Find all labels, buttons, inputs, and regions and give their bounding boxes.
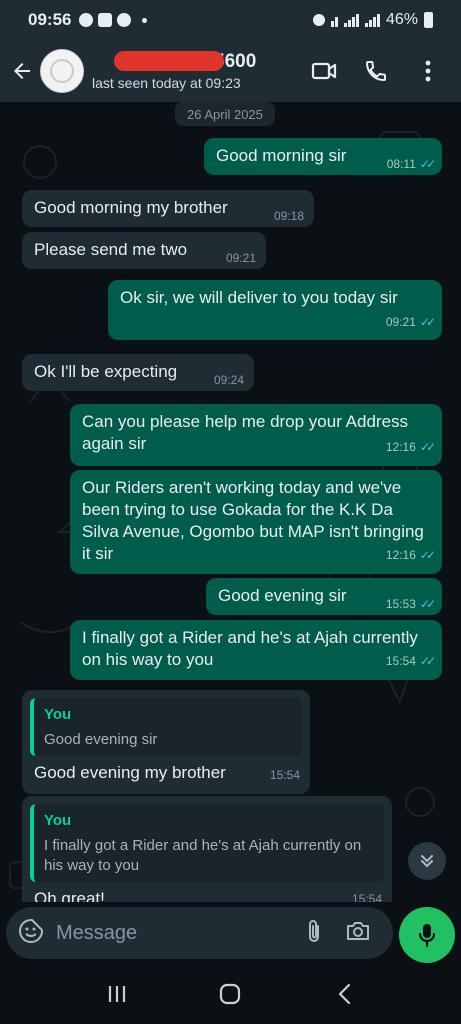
message-text: Good evening my brother: [34, 763, 226, 782]
hotspot-icon: [330, 13, 338, 27]
chevron-left-icon: [339, 983, 351, 1005]
message-text: Can you please help me drop your Address…: [82, 412, 409, 453]
message-input[interactable]: Message: [6, 907, 393, 959]
sticker-icon: [19, 918, 43, 943]
signal-icon-2: [364, 13, 380, 27]
battery-icon: [424, 12, 433, 28]
redaction-mark: [114, 51, 224, 71]
message-time: 15:53: [385, 597, 416, 611]
read-ticks-icon: ✓✓: [419, 315, 436, 329]
message-incoming[interactable]: Please send me two 09:21: [22, 232, 266, 269]
date-chip: 26 April 2025: [175, 102, 275, 126]
video-camera-icon: [311, 62, 337, 80]
home-button[interactable]: [210, 974, 250, 1014]
message-incoming[interactable]: Ok I'll be expecting 09:24: [22, 354, 254, 391]
camera-notification-icon: [117, 13, 132, 27]
last-seen: last seen today at 09:23: [92, 75, 241, 91]
message-text: Good morning my brother: [34, 198, 228, 217]
chat-header: +234 000 000 5600 last seen today at 09:…: [0, 40, 461, 102]
message-text: Good morning sir: [216, 146, 347, 165]
more-notifications-icon: [142, 17, 148, 23]
scroll-to-bottom-button[interactable]: [408, 842, 446, 880]
message-text: Oh great!: [34, 889, 105, 902]
message-text: Please send me two: [34, 240, 188, 259]
message-time: 09:21: [385, 315, 416, 329]
read-ticks-icon: ✓✓: [419, 157, 436, 171]
quote-text: Good evening sir: [44, 731, 158, 748]
message-composer: Message: [0, 902, 461, 964]
read-ticks-icon: ✓✓: [419, 548, 436, 562]
recent-apps-icon: [108, 986, 125, 1002]
back-button[interactable]: [4, 59, 40, 83]
microphone-icon: [418, 924, 436, 948]
message-time: 08:11: [386, 157, 416, 171]
quote-author: You: [44, 706, 72, 723]
gallery-notification-icon: [98, 13, 113, 27]
system-navigation-bar: [0, 964, 461, 1024]
chat-area[interactable]: 26 April 2025 Good morning sir 08:11 ✓✓ G…: [0, 102, 461, 902]
read-ticks-icon: ✓✓: [419, 440, 436, 454]
message-time: 12:16: [385, 548, 416, 562]
message-placeholder: Message: [56, 921, 138, 944]
message-time: 12:16: [385, 440, 416, 454]
contact-info[interactable]: +234 000 000 5600 last seen today at 09:…: [92, 51, 309, 91]
voice-message-button[interactable]: [399, 907, 455, 963]
camera-icon: [347, 921, 369, 940]
message-outgoing[interactable]: Ok sir, we will deliver to you today sir…: [108, 280, 442, 340]
message-outgoing[interactable]: Good morning sir 08:11 ✓✓: [204, 138, 442, 175]
more-options-button[interactable]: [413, 56, 443, 86]
arrow-left-icon: [14, 63, 30, 79]
quoted-message[interactable]: You I finally got a Rider and he's at Aj…: [30, 804, 384, 882]
message-time: 15:54: [385, 654, 416, 668]
avatar[interactable]: [40, 49, 84, 93]
quote-text: I finally got a Rider and he's at Ajah c…: [44, 837, 362, 874]
message-incoming-reply[interactable]: You I finally got a Rider and he's at Aj…: [22, 796, 392, 902]
message-text: Ok I'll be expecting: [34, 362, 178, 381]
alarm-icon: [312, 14, 325, 26]
whatsapp-notification-icon: [79, 13, 94, 27]
quote-author: You: [44, 812, 72, 829]
message-incoming-reply[interactable]: You Good evening sir Good evening my bro…: [22, 690, 310, 794]
message-outgoing[interactable]: Good evening sir 15:53 ✓✓: [206, 578, 442, 615]
battery-percentage: 46%: [385, 11, 418, 28]
message-time: 09:18: [273, 209, 304, 223]
message-outgoing[interactable]: I finally got a Rider and he's at Ajah c…: [70, 620, 442, 680]
contact-name: +234 000 000 5600: [92, 51, 309, 73]
message-text: Ok sir, we will deliver to you today sir: [120, 288, 398, 307]
message-text: I finally got a Rider and he's at Ajah c…: [82, 628, 418, 669]
voice-call-button[interactable]: [361, 56, 391, 86]
sticker-button[interactable]: [18, 918, 44, 949]
message-time: 09:24: [213, 373, 244, 387]
home-icon: [220, 983, 241, 1005]
status-time: 09:56: [28, 10, 72, 29]
recent-apps-button[interactable]: [97, 974, 137, 1014]
attach-button[interactable]: [307, 918, 321, 949]
signal-icon-1: [343, 13, 359, 27]
more-vertical-icon: [425, 60, 431, 82]
quoted-message[interactable]: You Good evening sir: [30, 698, 302, 756]
message-incoming[interactable]: Good morning my brother 09:18: [22, 190, 314, 227]
read-ticks-icon: ✓✓: [419, 597, 436, 611]
status-bar: 09:56 46%: [0, 0, 461, 40]
message-time: 15:54: [351, 892, 382, 902]
paperclip-icon: [309, 919, 319, 942]
read-ticks-icon: ✓✓: [419, 654, 436, 668]
double-chevron-down-icon: [421, 855, 433, 867]
message-outgoing[interactable]: Can you please help me drop your Address…: [70, 404, 442, 466]
system-back-button[interactable]: [324, 974, 364, 1014]
phone-icon: [365, 61, 386, 82]
message-time: 09:21: [225, 251, 256, 265]
message-text: Our Riders aren't working today and we'v…: [82, 478, 424, 563]
message-time: 15:54: [269, 768, 300, 782]
video-call-button[interactable]: [309, 56, 339, 86]
message-outgoing[interactable]: Our Riders aren't working today and we'v…: [70, 470, 442, 574]
camera-button[interactable]: [345, 920, 371, 947]
message-text: Good evening sir: [218, 586, 347, 605]
